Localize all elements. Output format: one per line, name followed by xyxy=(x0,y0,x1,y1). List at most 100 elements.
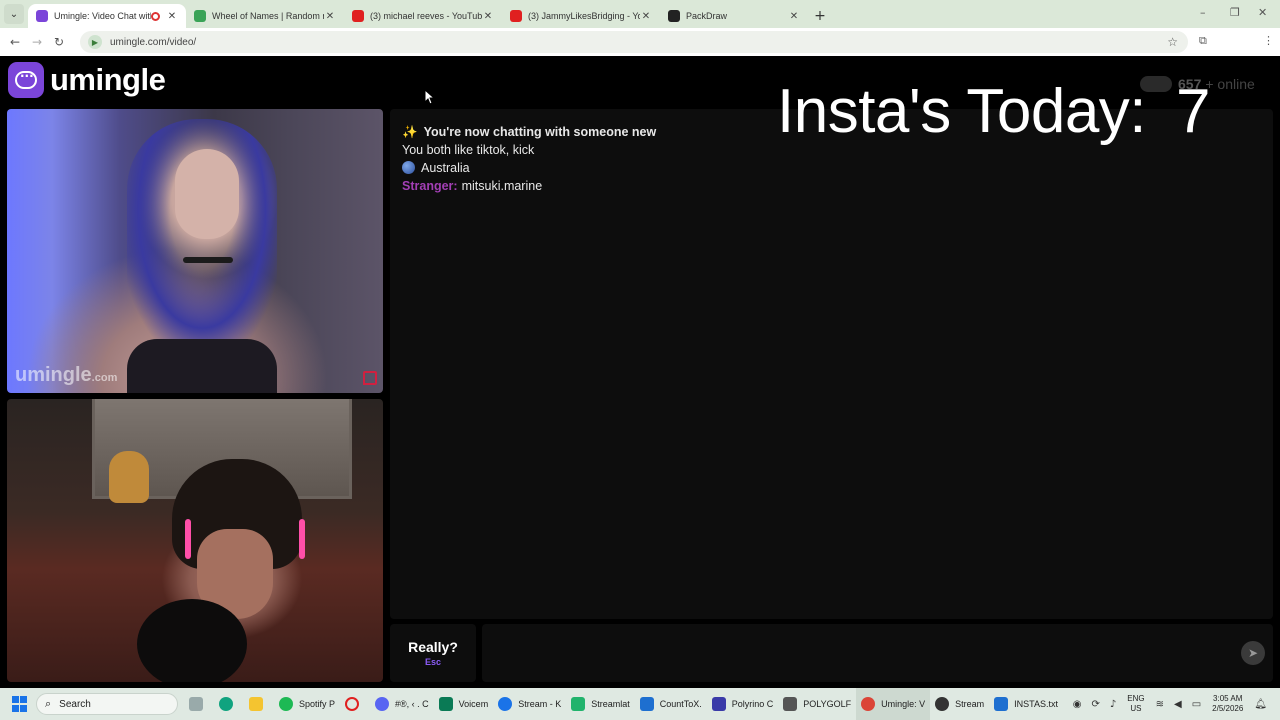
tab-umingle[interactable]: Umingle: Video Chat with S ✕ xyxy=(28,4,186,28)
reload-icon[interactable]: ↻ xyxy=(48,35,70,49)
extensions-icon[interactable]: ⧉ xyxy=(1199,34,1207,48)
clock[interactable]: 3:05 AM 2/5/2026 xyxy=(1212,694,1243,714)
clock-time: 3:05 AM xyxy=(1213,694,1243,703)
wheel-favicon-icon xyxy=(194,10,206,22)
notepad-icon xyxy=(994,697,1009,711)
tab-title: Umingle: Video Chat with S xyxy=(54,11,151,21)
notifications-bell-icon[interactable]: 🔔︎ xyxy=(1254,699,1267,710)
taskbar-app-polygolf[interactable]: POLYGOLF xyxy=(778,688,856,720)
app-label: Stream xyxy=(955,699,985,709)
volume-icon[interactable]: ◀ xyxy=(1174,699,1182,710)
app-label: Umingle: V xyxy=(881,699,926,709)
taskbar-app-edge[interactable]: Stream - K xyxy=(493,688,566,720)
taskbar-app-streamlabs[interactable]: Streamlat xyxy=(566,688,635,720)
obs-icon xyxy=(935,697,950,711)
tab-youtube-michael-reeves[interactable]: (3) michael reeves - YouTube ✕ xyxy=(344,4,502,28)
send-icon[interactable]: ➤ xyxy=(1241,641,1265,665)
back-arrow-icon[interactable]: ← xyxy=(4,35,26,49)
close-icon[interactable]: ✕ xyxy=(324,11,336,22)
youtube-favicon-icon xyxy=(510,10,522,22)
task-view-icon xyxy=(189,697,203,711)
headphone-right xyxy=(299,519,305,559)
country-text: Australia xyxy=(421,161,470,175)
address-bar[interactable]: ▶ umingle.com/video/ ☆ xyxy=(80,31,1188,53)
bookmark-star-icon[interactable]: ☆ xyxy=(1167,35,1178,49)
start-windows-icon[interactable] xyxy=(12,696,28,712)
skip-button[interactable]: Really? Esc xyxy=(390,624,476,682)
forward-arrow-icon[interactable]: → xyxy=(26,35,48,49)
taskbar-search[interactable]: ⌕ Search xyxy=(36,693,178,715)
taskbar-app-explorer[interactable] xyxy=(244,688,274,720)
umingle-page: umingle 657 + online umingle.com ✨You're… xyxy=(0,56,1280,688)
taskbar-app-spotify[interactable]: Spotify P xyxy=(274,688,340,720)
online-label: + online xyxy=(1205,76,1255,92)
chat-intro-text: You're now chatting with someone new xyxy=(423,125,657,139)
taskbar-app-polyrino[interactable]: Polyrino C xyxy=(707,688,779,720)
mouse-cursor-icon xyxy=(424,89,436,105)
battery-icon[interactable]: ▭ xyxy=(1192,699,1201,710)
close-icon[interactable]: ✕ xyxy=(788,11,800,22)
taskbar-app-voicemod[interactable]: Voicem xyxy=(434,688,494,720)
app-label: Voicem xyxy=(458,699,489,709)
taskbar-app-notepad[interactable]: INSTAS.txt xyxy=(989,688,1063,720)
language-indicator[interactable]: ENG US xyxy=(1127,694,1144,714)
task-view-button[interactable] xyxy=(184,688,214,720)
tab-title: PackDraw xyxy=(686,11,728,21)
opera-icon xyxy=(345,697,360,711)
sender-label: Stranger: xyxy=(402,179,458,193)
chat-log: ✨ You're now chatting with someone new Yo… xyxy=(390,109,1273,619)
discord-icon xyxy=(375,697,390,711)
clock-date: 2/5/2026 xyxy=(1212,704,1244,713)
close-icon[interactable]: ✕ xyxy=(640,11,652,22)
chat-composer: Really? Esc ➤ xyxy=(390,624,1273,682)
feather-icon xyxy=(711,697,726,711)
self-video xyxy=(7,399,383,682)
chat-message: Stranger: mitsuki.marine xyxy=(402,177,1261,195)
browser-toolbar: ← → ↻ ▶ umingle.com/video/ ☆ ⧉ ⋮ xyxy=(0,28,1280,77)
taskbar-app-obs[interactable]: Stream xyxy=(930,688,989,720)
stream-overlay-counter: Insta's Today: 7 xyxy=(777,76,1211,147)
chat-bubble-logo-icon xyxy=(8,62,44,98)
sparkles-icon: ✨ xyxy=(402,124,418,139)
sync-tray-icon[interactable]: ⟳ xyxy=(1091,699,1099,710)
taskbar-app-vscode[interactable]: CountToX. xyxy=(635,688,707,720)
tab-packdraw[interactable]: PackDraw ✕ xyxy=(660,4,808,28)
chrome-icon xyxy=(861,697,876,711)
message-input[interactable]: ➤ xyxy=(482,624,1273,682)
browser-tab-strip: ⌄ Umingle: Video Chat with S ✕ Wheel of … xyxy=(0,0,1280,28)
country-line: Australia xyxy=(402,159,1261,177)
wifi-icon[interactable]: ≋ xyxy=(1156,699,1164,710)
restore-window-button[interactable]: ❐ xyxy=(1230,6,1240,19)
stranger-face xyxy=(175,149,239,239)
search-label: Search xyxy=(59,698,91,710)
plus-icon: + xyxy=(814,8,826,24)
minimize-window-button[interactable]: – xyxy=(1200,6,1206,19)
umingle-logo[interactable]: umingle xyxy=(8,62,166,98)
tab-title: (3) JammyLikesBridging - YouTu xyxy=(528,11,640,21)
headphone-left xyxy=(185,519,191,559)
camera-in-use-icon[interactable]: ▶ xyxy=(88,35,102,49)
windows-taskbar: ⌕ Search Spotify P #®, ‹ . C Voicem Stre… xyxy=(0,688,1280,720)
tab-wheel-of-names[interactable]: Wheel of Names | Random nam ✕ xyxy=(186,4,344,28)
stranger-choker xyxy=(183,257,233,263)
app-label: Polyrino C xyxy=(731,699,774,709)
tab-youtube-jammy[interactable]: (3) JammyLikesBridging - YouTu ✕ xyxy=(502,4,660,28)
taskbar-app-opera[interactable] xyxy=(340,688,370,720)
taskbar-app-chatgpt[interactable] xyxy=(214,688,244,720)
packdraw-favicon-icon xyxy=(668,10,680,22)
chatgpt-icon xyxy=(219,697,233,711)
close-icon[interactable]: ✕ xyxy=(166,11,178,22)
microphone-icon[interactable]: ♪ xyxy=(1110,699,1116,710)
close-window-button[interactable]: ✕ xyxy=(1258,6,1267,19)
watermark-suffix: .com xyxy=(91,372,118,384)
report-flag-icon[interactable] xyxy=(363,371,377,385)
kebab-menu-icon[interactable]: ⋮ xyxy=(1263,34,1274,47)
recording-icon xyxy=(151,11,160,21)
taskbar-app-discord[interactable]: #®, ‹ . C xyxy=(370,688,434,720)
new-tab-button[interactable]: + xyxy=(808,4,832,28)
edge-icon xyxy=(498,697,513,711)
tab-search-button[interactable]: ⌄ xyxy=(4,4,24,24)
discord-tray-icon[interactable]: ◉ xyxy=(1073,699,1082,710)
taskbar-app-chrome[interactable]: Umingle: V xyxy=(856,688,931,720)
close-icon[interactable]: ✕ xyxy=(482,11,494,22)
